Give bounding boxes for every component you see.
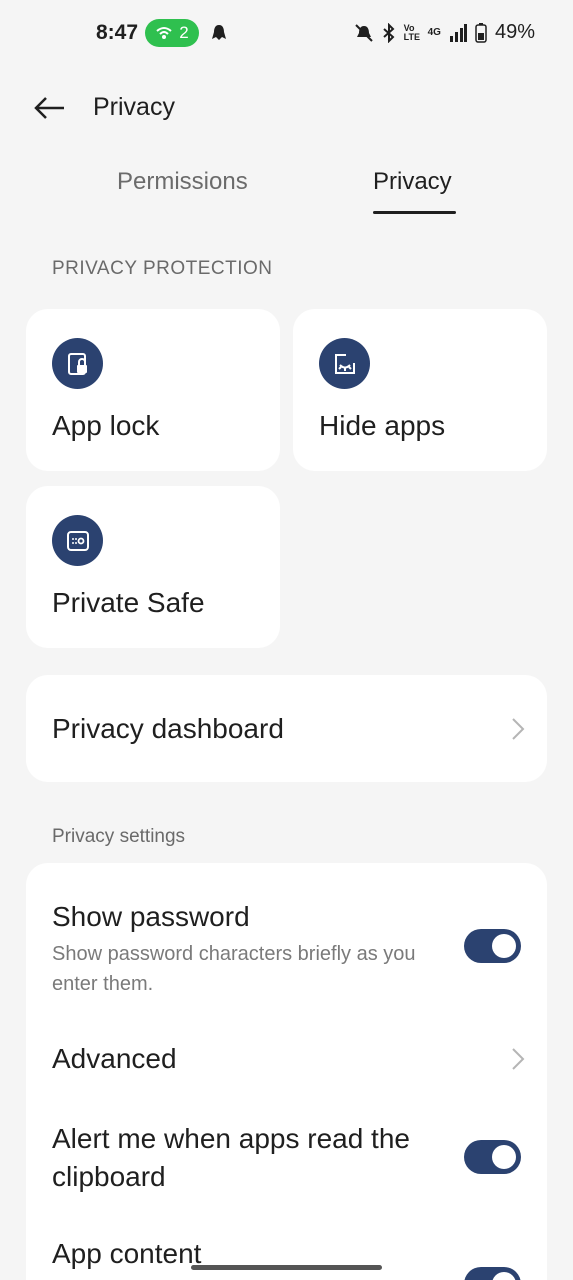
tab-privacy[interactable]: Privacy [373,168,452,196]
private-safe-tile[interactable]: Private Safe [26,486,280,648]
network-type: 4G [427,27,441,38]
app-bar: Privacy [0,80,573,136]
app-lock-label: App lock [52,410,160,441]
app-lock-icon [52,338,103,389]
mute-bell-icon [354,23,373,42]
page-title: Privacy [93,93,175,121]
hotspot-indicator: 2 [145,19,199,47]
notification-ghost-icon [212,25,226,40]
app-lock-tile[interactable]: App lock [26,309,280,471]
home-indicator[interactable] [191,1265,382,1270]
status-time: 8:47 [96,21,139,44]
bluetooth-icon [382,22,395,43]
app-content-title: App content [52,1238,202,1269]
section-header-privacy-protection: PRIVACY PROTECTION [52,258,273,279]
privacy-dashboard-row[interactable]: Privacy dashboard [26,675,547,782]
chevron-right-icon [512,1048,525,1070]
back-arrow-icon[interactable] [32,92,68,124]
privacy-settings-card: Show password Show password characters b… [26,863,547,1280]
hide-apps-tile[interactable]: Hide apps [293,309,547,471]
show-password-title: Show password [52,901,250,932]
status-right-icons: Vo LTE 4G 49% [354,21,535,44]
status-bar: 8:47 2 Vo LTE 4G 49% [0,0,573,66]
battery-percent: 49% [494,21,535,43]
private-safe-label: Private Safe [52,587,205,618]
signal-icon [449,23,467,42]
tab-bar: Permissions Privacy [0,160,573,220]
tab-selected-indicator [373,211,456,214]
chevron-right-icon [512,718,525,740]
private-safe-icon [52,515,103,566]
toggle-knob [492,1272,516,1280]
clipboard-alert-title: Alert me when apps read the clipboard [52,1123,410,1192]
app-content-toggle[interactable] [464,1267,521,1280]
privacy-dashboard-label: Privacy dashboard [52,713,284,744]
hide-apps-icon [319,338,370,389]
volte-icon: Vo LTE [403,22,420,42]
hotspot-count: 2 [179,23,189,42]
section-header-privacy-settings: Privacy settings [52,826,186,847]
show-password-toggle[interactable] [464,929,521,963]
advanced-title: Advanced [52,1043,177,1074]
clipboard-alert-toggle[interactable] [464,1140,521,1174]
toggle-knob [492,934,516,958]
tab-permissions[interactable]: Permissions [117,168,248,196]
battery-icon [475,22,487,43]
hotspot-icon [156,27,172,39]
show-password-subtitle: Show password characters briefly as you … [52,943,416,995]
toggle-knob [492,1145,516,1169]
hide-apps-label: Hide apps [319,410,446,441]
